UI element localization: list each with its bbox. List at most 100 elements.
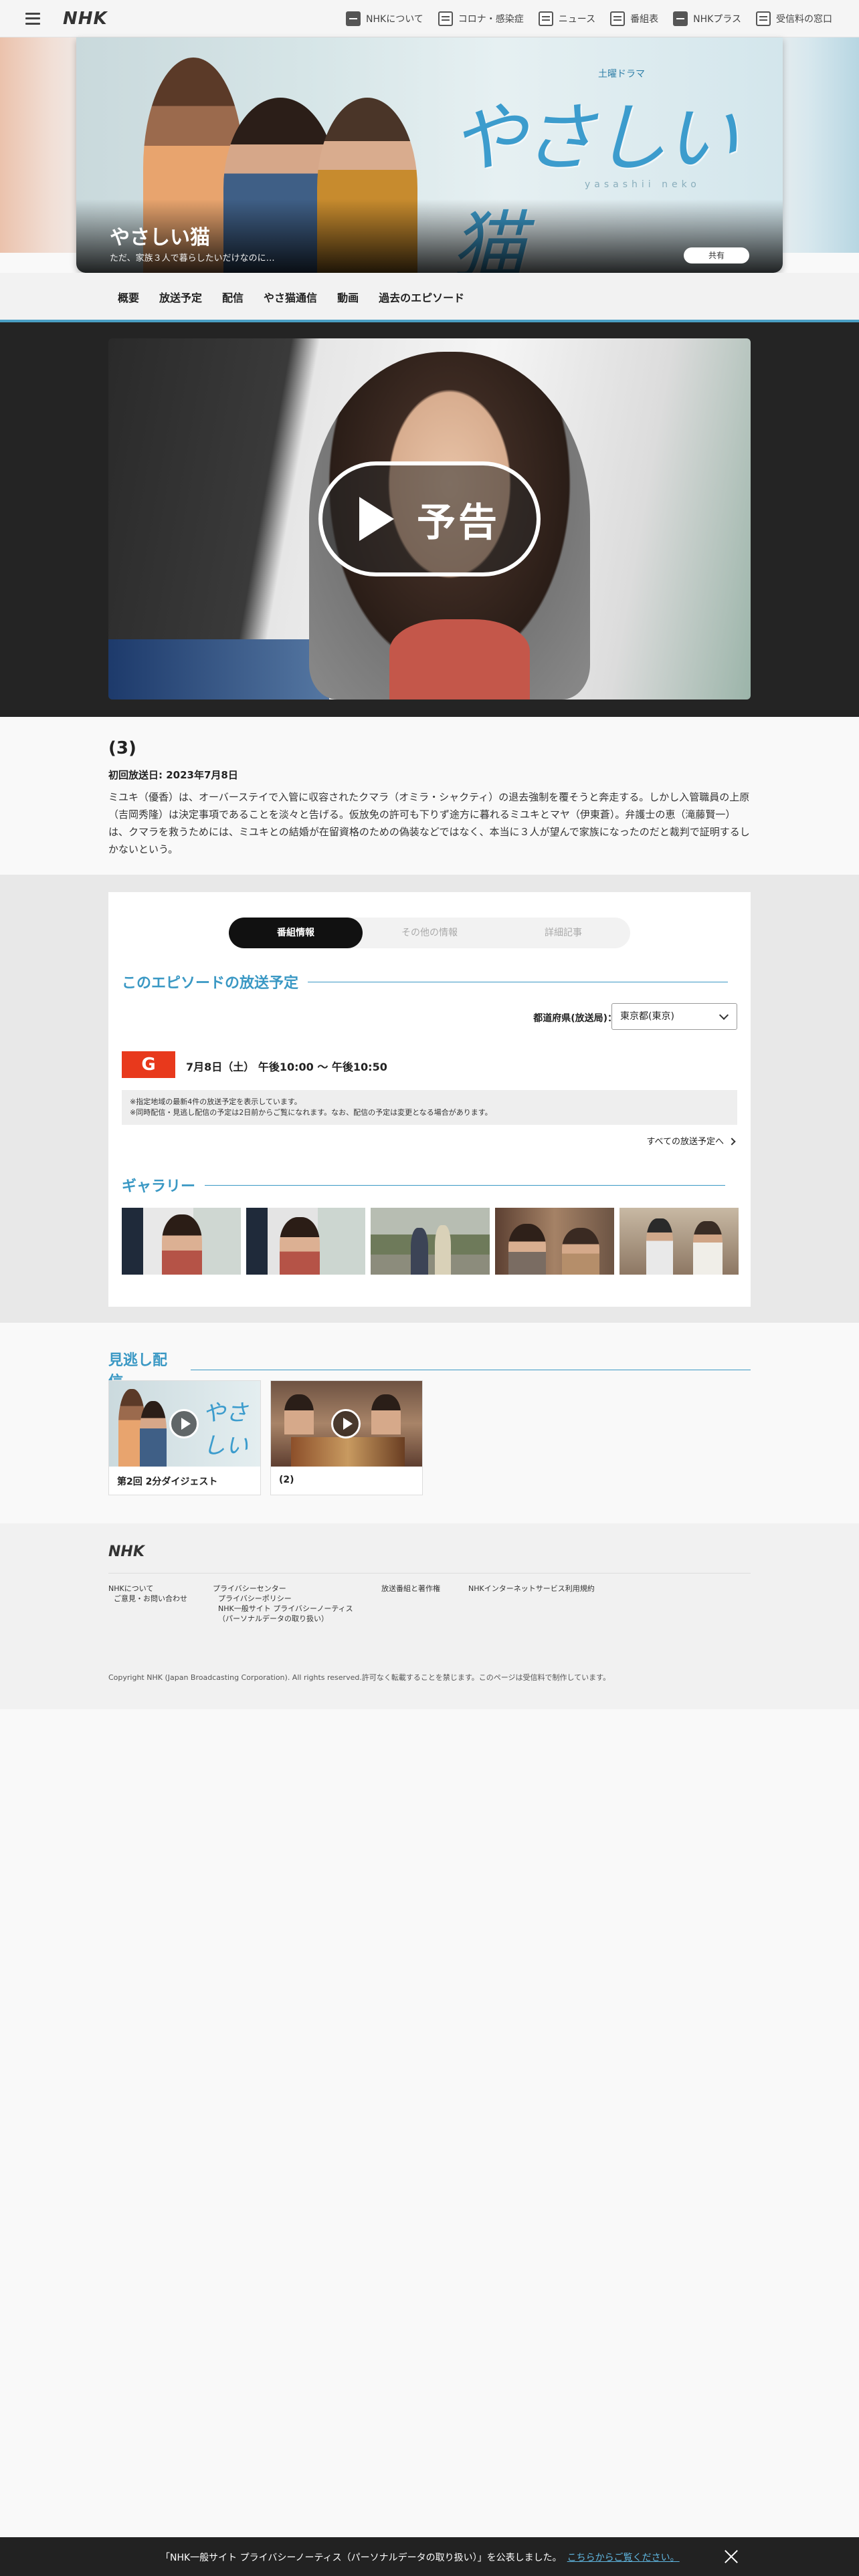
info-tabs: 番組情報 その他の情報 詳細記事 — [229, 918, 630, 948]
schedule-heading-text: このエピソードの放送予定 — [122, 975, 299, 992]
footer-link-cont[interactable]: （パーソナルデータの取り扱い） — [213, 1614, 353, 1624]
privacy-banner: 「NHK一般サイト プライバシーノーティス（パーソナルデータの取り扱い）」を公表… — [0, 2537, 859, 2576]
video-area: 予告 — [0, 322, 859, 717]
play-trailer-button[interactable]: 予告 — [318, 461, 541, 576]
play-icon — [331, 1409, 361, 1438]
channel-badge: G — [122, 1051, 175, 1078]
banner-message: 「NHK一般サイト プライバシーノーティス（パーソナルデータの取り扱い）」を公表… — [161, 2551, 680, 2564]
episode-description: ミユキ（優香）は、オーバーステイで入管に収容されたクマラ（オミラ・シャクティ）の… — [108, 791, 750, 855]
nav-nhk-plus[interactable]: NHKプラス — [673, 11, 741, 26]
gallery-heading-text: ギャラリー — [122, 1178, 196, 1195]
footer-link[interactable]: 放送番組と著作権 — [381, 1584, 440, 1594]
missed-card-label: 第2回 2分ダイジェスト — [117, 1477, 218, 1487]
nav-label: NHKについて — [366, 14, 423, 25]
trailer-video[interactable]: 予告 — [108, 338, 751, 700]
missed-card[interactable]: (2) — [270, 1380, 423, 1495]
tab-other-info[interactable]: その他の情報 — [363, 918, 496, 948]
fee-icon — [756, 11, 771, 26]
footer-col-2: プライバシーセンター プライバシーポリシー NHK一般サイト プライバシーノーテ… — [213, 1584, 353, 1624]
footer-col-3: 放送番組と著作権 — [381, 1584, 440, 1594]
nhk-plus-icon — [673, 11, 688, 26]
nav-label: 番組表 — [630, 14, 659, 25]
footer-divider — [108, 1573, 751, 1574]
heading-rule — [205, 1184, 726, 1186]
gallery — [122, 1208, 739, 1275]
gallery-thumbnail[interactable] — [122, 1208, 241, 1275]
corona-icon — [438, 11, 453, 26]
all-schedule-link[interactable]: すべての放送予定へ — [646, 1134, 736, 1147]
copyright: Copyright NHK (Japan Broadcasting Corpor… — [108, 1673, 611, 1682]
gallery-thumbnail[interactable] — [371, 1208, 490, 1275]
tab-detail-articles[interactable]: 詳細記事 — [496, 918, 630, 948]
footer-link[interactable]: NHKについて — [108, 1584, 187, 1594]
footer-logo[interactable]: NHK — [108, 1543, 145, 1560]
missed-card-label: (2) — [279, 1475, 294, 1485]
missed-card-logo: やさしい猫 — [203, 1400, 248, 1467]
chevron-down-icon — [719, 1010, 729, 1021]
missed-cards: やさしい猫 第2回 2分ダイジェスト (2) — [108, 1380, 423, 1495]
program-info-panel: 番組情報 その他の情報 詳細記事 このエピソードの放送予定 都道府県(放送局)：… — [108, 892, 751, 1307]
schedule-heading: このエピソードの放送予定 — [122, 971, 729, 992]
nav-label: コロナ・感染症 — [458, 14, 524, 25]
program-guide-icon — [610, 11, 626, 26]
nav-label: NHKプラス — [693, 14, 741, 25]
schedule-notes: ※指定地域の最新4件の放送予定を表示しています。 ※同時配信・見逃し配信の予定は… — [122, 1090, 737, 1125]
program-subtitle: ただ、家族３人で暮らしたいだけなのに… — [110, 253, 275, 263]
hamburger-menu-icon[interactable] — [25, 12, 40, 25]
section-nav-newsletter[interactable]: やさ猫通信 — [264, 289, 317, 305]
nav-program-guide[interactable]: 番組表 — [610, 11, 658, 26]
prefecture-value: 東京都(東京) — [620, 1011, 674, 1022]
gallery-thumbnail[interactable] — [495, 1208, 614, 1275]
footer-col-4: NHKインターネットサービス利用規約 — [468, 1584, 595, 1594]
footer-link[interactable]: プライバシーポリシー — [213, 1594, 353, 1604]
nhk-about-icon — [346, 11, 361, 26]
nav-news[interactable]: ニュース — [538, 11, 596, 26]
footer-col-1: NHKについて ご意見・お問い合わせ — [108, 1584, 187, 1604]
drama-logo: 土曜ドラマ やさしい猫 yasashii neko — [451, 64, 759, 273]
gallery-heading: ギャラリー — [122, 1174, 726, 1196]
gallery-thumbnail[interactable] — [619, 1208, 739, 1275]
nav-corona[interactable]: コロナ・感染症 — [438, 11, 524, 26]
nhk-logo[interactable]: NHK — [63, 9, 108, 29]
play-button-label: 予告 — [416, 500, 500, 545]
section-nav: 概要 放送予定 配信 やさ猫通信 動画 過去のエピソード — [0, 273, 859, 320]
chevron-right-icon — [728, 1138, 736, 1146]
air-time: 7月8日（土） 午後10:00 〜 午後10:50 — [186, 1061, 387, 1073]
section-nav-overview[interactable]: 概要 — [118, 289, 139, 305]
missed-card-thumbnail — [271, 1381, 422, 1467]
play-icon — [359, 497, 394, 541]
section-nav-past-episodes[interactable]: 過去のエピソード — [379, 289, 464, 305]
section-nav-videos[interactable]: 動画 — [337, 289, 359, 305]
footer-link[interactable]: NHKインターネットサービス利用規約 — [468, 1584, 595, 1594]
section-nav-streaming[interactable]: 配信 — [222, 289, 244, 305]
nav-nhk-about[interactable]: NHKについて — [346, 11, 423, 26]
episode-info: (3) 初回放送日: 2023年7月8日 ミユキ（優香）は、オーバーステイで入管… — [108, 738, 751, 858]
close-icon[interactable] — [724, 2549, 739, 2564]
top-bar: NHK NHKについて コロナ・感染症 ニュース 番組表 NHKプラス 受信料の… — [0, 0, 859, 37]
banner-text: 「NHK一般サイト プライバシーノーティス（パーソナルデータの取り扱い）」を公表… — [161, 2553, 562, 2563]
drama-logo-roman: yasashii neko — [585, 179, 700, 190]
news-icon — [538, 11, 553, 26]
gallery-thumbnail[interactable] — [246, 1208, 365, 1275]
episode-number: (3) — [108, 738, 136, 758]
nav-fee[interactable]: 受信料の窓口 — [756, 11, 832, 26]
all-schedule-link-label: すべての放送予定へ — [646, 1137, 724, 1147]
play-icon — [169, 1409, 199, 1438]
footer-link[interactable]: ご意見・お問い合わせ — [108, 1594, 187, 1604]
prefecture-select[interactable]: 東京都(東京) — [611, 1003, 737, 1030]
video-still — [108, 639, 329, 700]
share-button[interactable]: 共有 — [684, 247, 749, 263]
footer-link[interactable]: プライバシーセンター — [213, 1584, 353, 1594]
nav-label: ニュース — [558, 14, 596, 25]
tab-program-info[interactable]: 番組情報 — [229, 918, 363, 948]
missed-card[interactable]: やさしい猫 第2回 2分ダイジェスト — [108, 1380, 261, 1495]
schedule-note: ※同時配信・見逃し配信の予定は2日前からご覧になれます。なお、配信の予定は変更と… — [130, 1108, 492, 1117]
program-title: やさしい猫 — [110, 226, 210, 249]
banner-link[interactable]: こちらからご覧ください。 — [567, 2553, 680, 2563]
section-nav-schedule[interactable]: 放送予定 — [159, 289, 202, 305]
global-nav: NHKについて コロナ・感染症 ニュース 番組表 NHKプラス 受信料の窓口 — [346, 0, 832, 37]
footer-link[interactable]: NHK一般サイト プライバシーノーティス — [213, 1604, 353, 1614]
schedule-note: ※指定地域の最新4件の放送予定を表示しています。 — [130, 1097, 302, 1106]
video-still-shirt — [389, 619, 530, 700]
hero-banner: 土曜ドラマ やさしい猫 yasashii neko やさしい猫 ただ、家族３人で… — [76, 37, 783, 273]
